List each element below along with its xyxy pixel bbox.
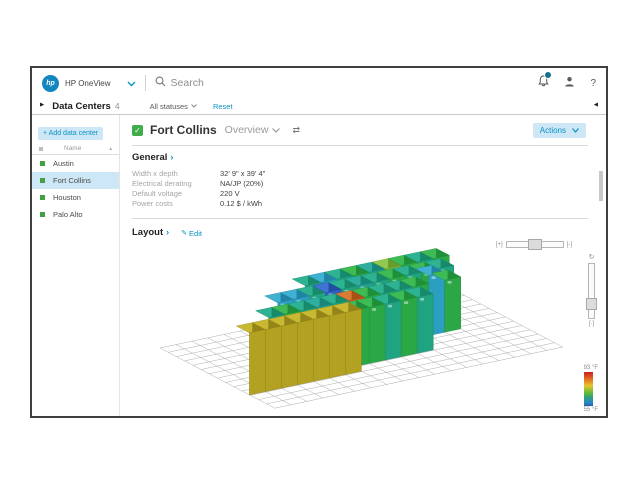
zoom-slider[interactable]: [+] [-] <box>496 241 572 248</box>
sidebar-item-fort-collins[interactable]: Fort Collins <box>32 172 119 189</box>
filter-bar: ▶ Data Centers 4 All statuses Reset ◀ <box>32 98 606 115</box>
divider <box>145 75 146 91</box>
rack-label-chip <box>404 301 408 304</box>
sidebar-item-houston[interactable]: Houston <box>32 189 119 206</box>
sidebar-item-palo-alto[interactable]: Palo Alto <box>32 206 119 223</box>
rack-label-chip <box>448 281 452 284</box>
page-title: Data Centers <box>52 101 111 112</box>
property-value: 32' 9" x 39' 4" <box>220 169 265 179</box>
help-icon[interactable]: ? <box>590 78 596 89</box>
sidebar-item-austin[interactable]: Austin <box>32 155 119 172</box>
property-label: Default voltage <box>132 189 220 199</box>
general-properties: Width x depth32' 9" x 39' 4" Electrical … <box>132 169 606 209</box>
status-ok-icon <box>40 195 45 200</box>
edit-layout-link[interactable]: ✎ Edit <box>181 229 202 238</box>
data-center-title: Fort Collins <box>150 123 217 137</box>
rack-label-chip <box>432 276 436 279</box>
sort-asc-icon[interactable]: ▴ <box>109 146 112 152</box>
property-value: NA/JP (20%) <box>220 179 263 189</box>
top-bar: hp HP OneView Search ? <box>32 68 606 98</box>
add-data-center-button[interactable]: + Add data center <box>38 127 103 140</box>
tilt-slider-track[interactable] <box>588 263 595 319</box>
actions-button[interactable]: Actions <box>533 123 586 138</box>
list-header[interactable]: Name ▴ <box>32 140 119 155</box>
rotate-view-icon: ↻ <box>589 253 595 261</box>
main-panel: ✓ Fort Collins Overview ⇄ Actions Genera… <box>120 115 606 416</box>
layout-section-link[interactable]: Layout <box>132 227 163 238</box>
layout-3d-view[interactable]: [+] [-] ↻ [·] 93 °F 55 °F <box>132 240 602 418</box>
layout-scene-svg <box>132 240 594 418</box>
brand-menu-chevron-down-icon[interactable] <box>127 74 136 92</box>
name-column-header[interactable]: Name <box>64 145 81 152</box>
zoom-out-label[interactable]: [-] <box>567 242 572 248</box>
status-ok-icon <box>40 178 45 183</box>
section-arrow-icon: › <box>170 152 173 162</box>
search-input[interactable]: Search <box>171 77 204 89</box>
status-column-icon <box>39 147 43 151</box>
scrollbar[interactable] <box>599 171 603 201</box>
brand-title: HP OneView <box>65 79 111 88</box>
status-ok-icon <box>40 161 45 166</box>
rack-label-chip <box>388 305 392 308</box>
property-label: Width x depth <box>132 169 220 179</box>
tilt-slider-handle[interactable] <box>586 298 597 310</box>
rack[interactable] <box>236 323 265 395</box>
edit-icon: ✎ <box>181 229 187 237</box>
property-label: Power costs <box>132 199 220 209</box>
expand-caret-right-icon[interactable]: ▶ <box>40 103 44 109</box>
search-icon[interactable] <box>155 74 166 92</box>
tilt-end-label: [·] <box>589 321 594 327</box>
general-section-link[interactable]: General <box>132 152 167 163</box>
notifications-bell-icon[interactable] <box>538 74 549 92</box>
app-window: hp HP OneView Search ? ▶ Data Centers 4 … <box>30 66 608 418</box>
tilt-slider[interactable]: ↻ [·] <box>588 253 595 327</box>
reset-filter-link[interactable]: Reset <box>213 102 233 111</box>
property-label: Electrical derating <box>132 179 220 189</box>
status-ok-check-icon: ✓ <box>132 125 143 136</box>
item-count: 4 <box>115 101 120 111</box>
related-views-icon[interactable]: ⇄ <box>292 125 300 136</box>
section-arrow-icon: › <box>166 227 169 237</box>
legend-max-label: 93 °F <box>584 364 598 372</box>
temperature-gradient <box>584 372 593 406</box>
notification-badge <box>544 71 552 79</box>
rack-label-chip <box>372 308 376 311</box>
property-value: 0.12 $ / kWh <box>220 199 262 209</box>
zoom-in-label[interactable]: [+] <box>496 242 503 248</box>
legend-min-label: 55 °F <box>584 406 598 414</box>
status-ok-icon <box>40 212 45 217</box>
hp-logo-icon: hp <box>42 75 59 92</box>
status-filter-dropdown[interactable]: All statuses <box>150 102 197 111</box>
temperature-legend: 93 °F 55 °F <box>584 364 598 414</box>
zoom-slider-track[interactable] <box>506 241 564 248</box>
zoom-slider-handle[interactable] <box>528 239 542 250</box>
detail-header: ✓ Fort Collins Overview ⇄ Actions <box>132 115 606 145</box>
user-icon[interactable] <box>564 74 575 92</box>
view-selector-dropdown[interactable]: Overview <box>225 124 281 136</box>
rack-label-chip <box>420 298 424 301</box>
sidebar: + Add data center Name ▴ Austin Fort Col… <box>32 115 120 416</box>
property-value: 220 V <box>220 189 240 199</box>
divider <box>132 145 588 146</box>
divider <box>132 218 588 219</box>
collapse-caret-left-icon[interactable]: ◀ <box>594 103 598 109</box>
